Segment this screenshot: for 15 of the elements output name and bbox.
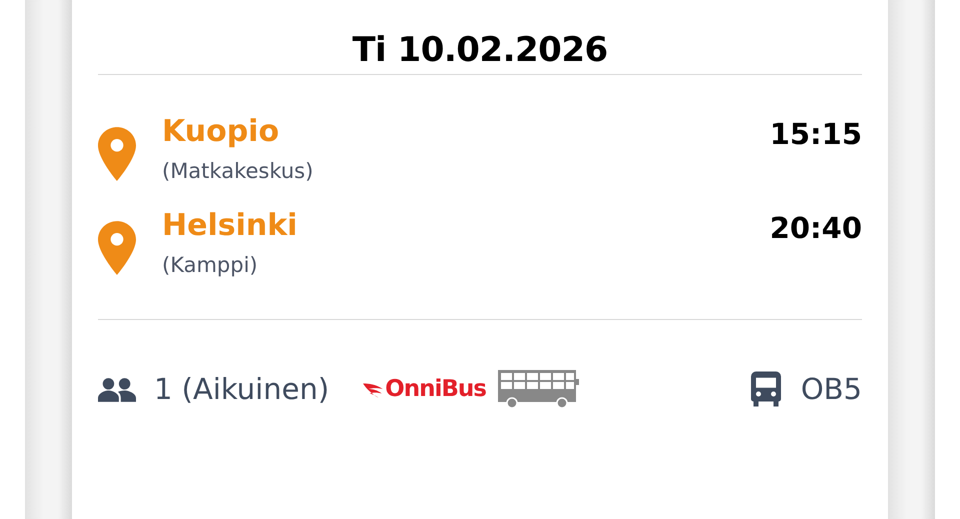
people-icon	[98, 376, 136, 402]
passenger-count: 1 (Aikuinen)	[154, 372, 330, 406]
route-code: OB5	[800, 372, 862, 406]
location-pin-icon	[98, 127, 136, 181]
station-name: (Matkakeskus)	[162, 158, 314, 185]
departure-time: 20:40	[770, 210, 862, 247]
double-decker-bus-icon	[496, 368, 580, 410]
departure-time: 15:15	[770, 116, 862, 153]
city-name: Helsinki	[162, 207, 298, 245]
operator-logo: OnniBus	[385, 376, 486, 402]
city-name: Kuopio	[162, 113, 280, 151]
bus-icon	[750, 371, 781, 407]
station-name: (Kamppi)	[162, 252, 259, 279]
location-pin-icon	[98, 221, 136, 275]
travel-date: Ti 10.02.2026	[351, 29, 609, 72]
